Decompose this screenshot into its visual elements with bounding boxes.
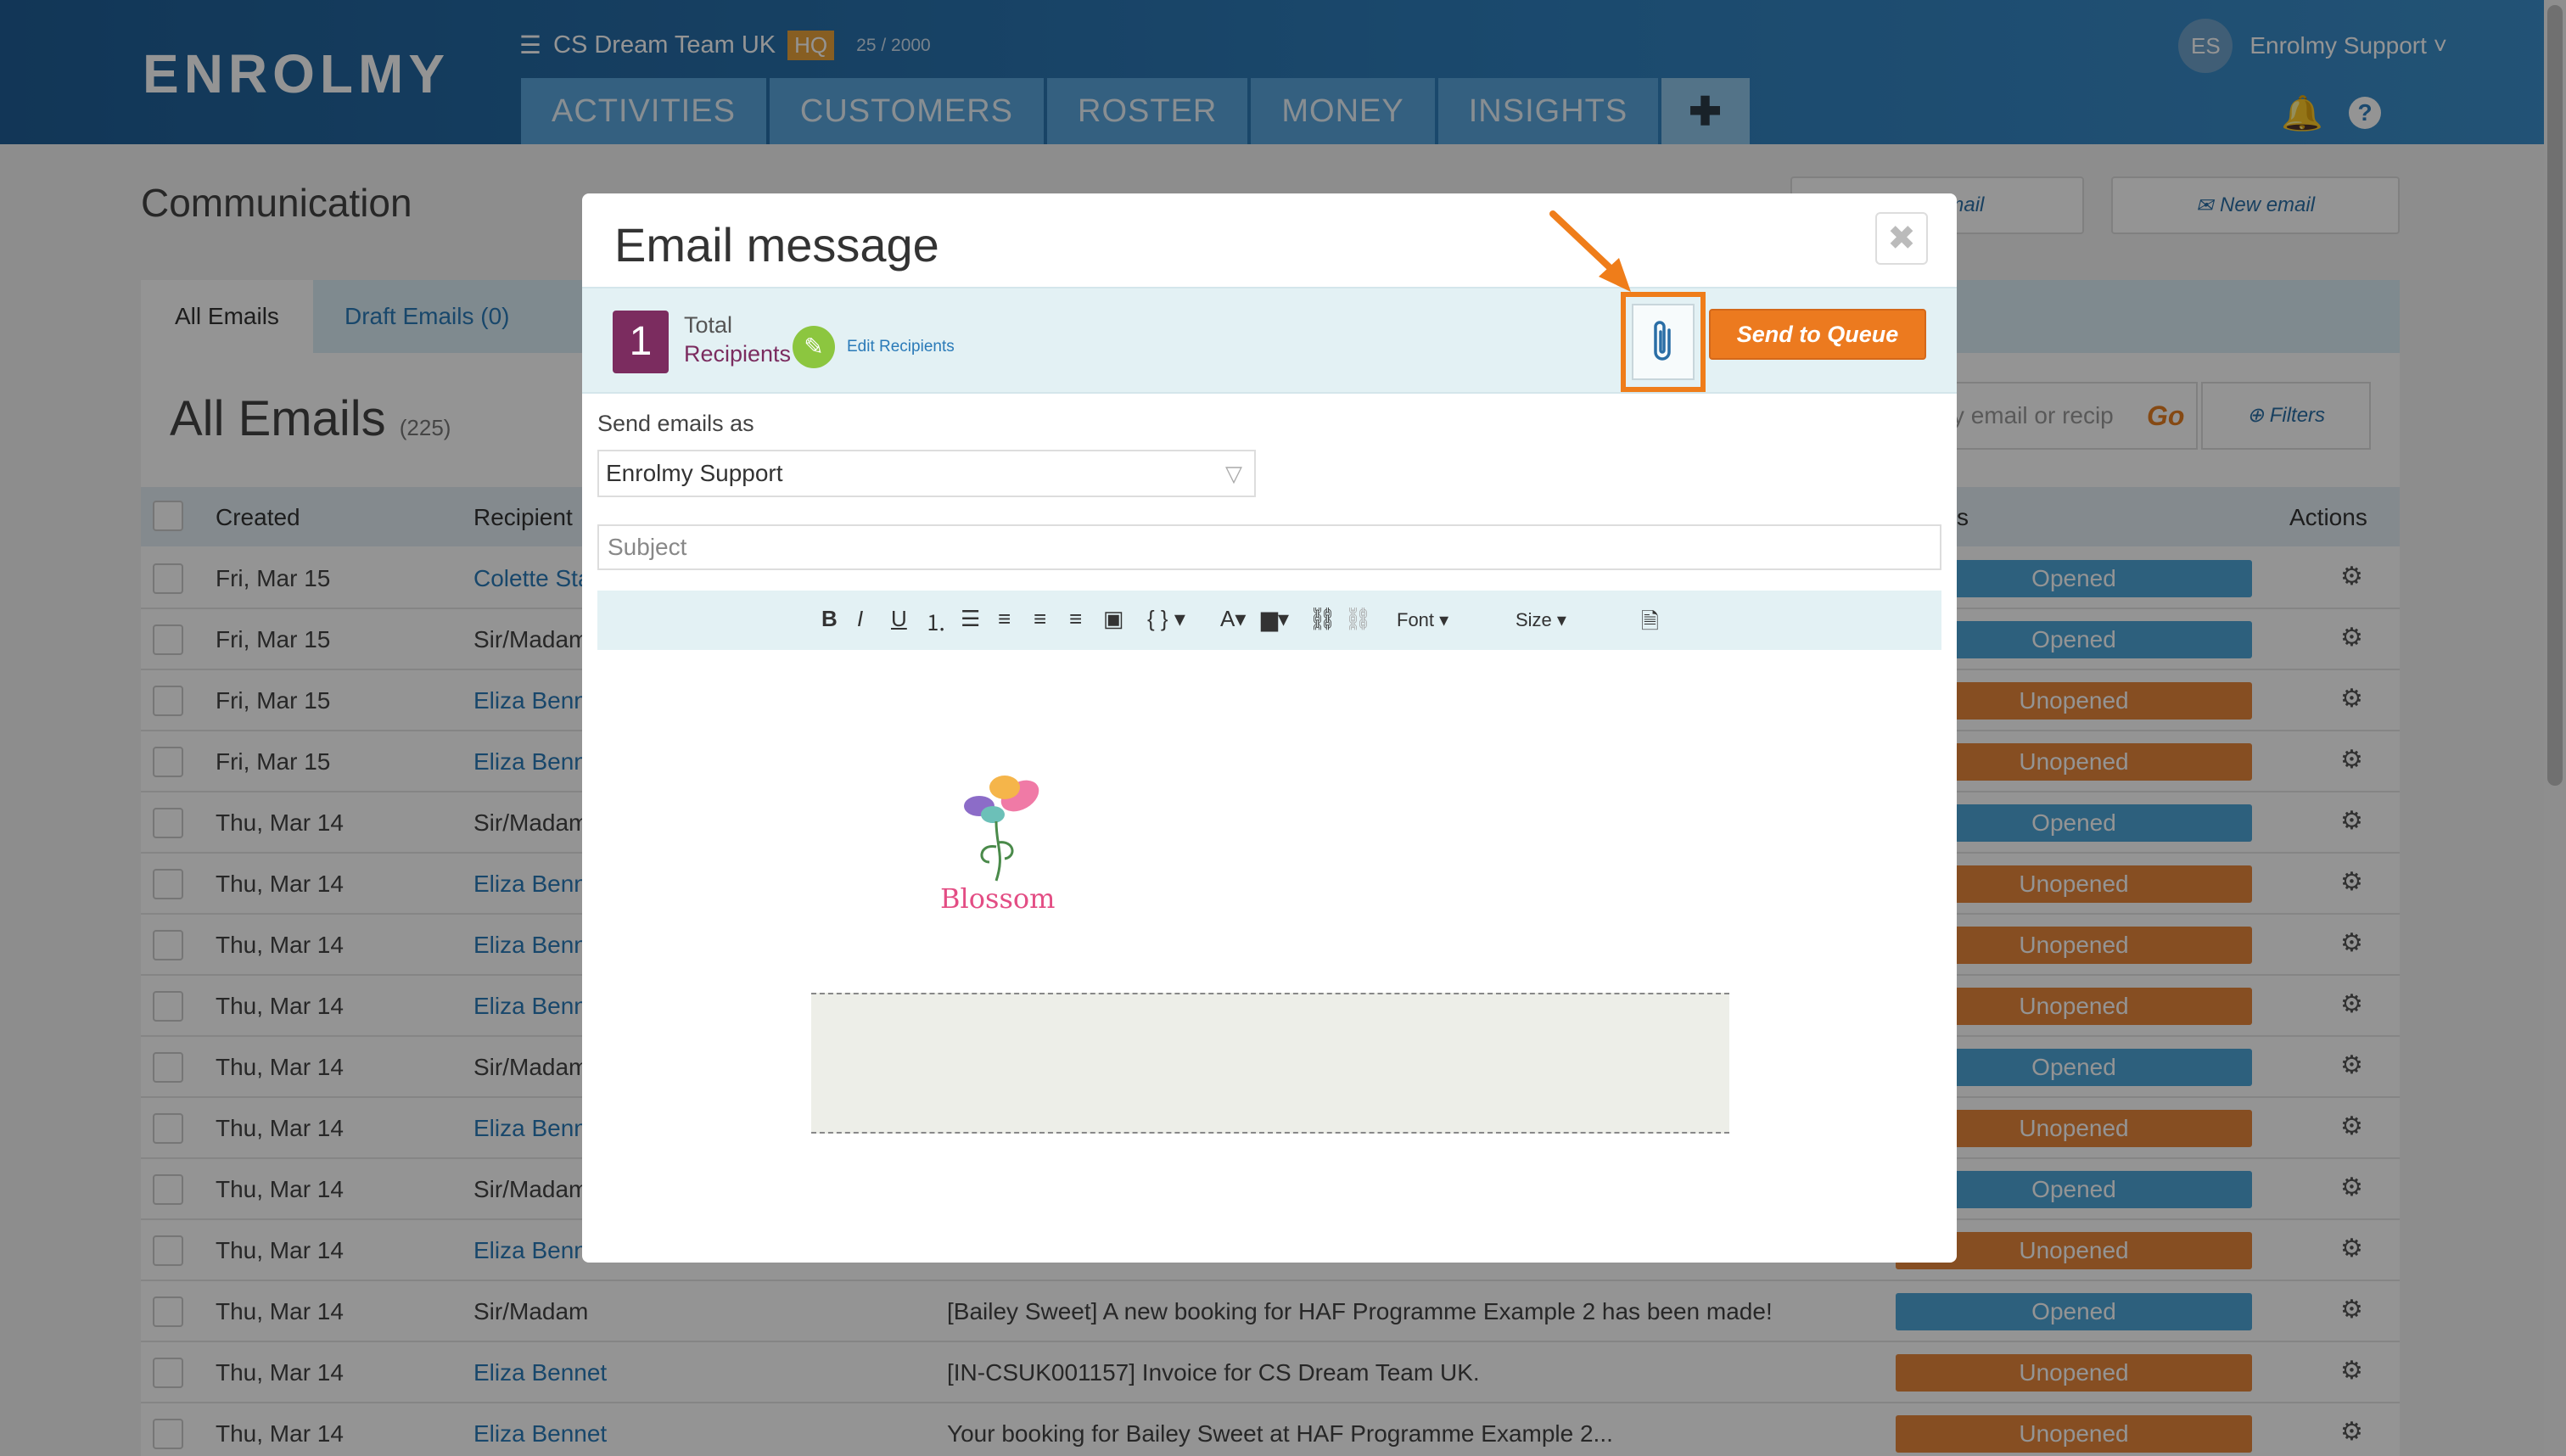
send-as-label: Send emails as: [597, 411, 754, 436]
font-color-icon[interactable]: A▾: [1220, 606, 1246, 632]
modal-title: Email message: [614, 218, 939, 272]
placeholder-icon[interactable]: { } ▾: [1147, 606, 1185, 632]
send-as-value: Enrolmy Support: [606, 460, 783, 486]
italic-icon[interactable]: I: [857, 606, 863, 632]
attach-file-button[interactable]: [1621, 292, 1706, 392]
close-button[interactable]: ✖: [1875, 212, 1928, 265]
bullet-list-icon[interactable]: ☰: [961, 606, 980, 632]
send-as-select[interactable]: Enrolmy Support ▽: [597, 450, 1256, 497]
logo-caption: Blossom: [940, 882, 1056, 915]
link-icon[interactable]: ⛓: [1308, 606, 1336, 632]
underline-icon[interactable]: U: [891, 606, 907, 632]
font-select[interactable]: Font ▾: [1397, 609, 1448, 631]
bold-icon[interactable]: B: [821, 606, 838, 632]
font-label: Font: [1397, 609, 1435, 630]
background-color-icon[interactable]: ▆▾: [1261, 606, 1289, 632]
source-icon[interactable]: 🗎: [1641, 606, 1659, 643]
content-dropzone[interactable]: [811, 993, 1729, 1134]
recipient-count: 1: [613, 311, 669, 373]
send-to-queue-button[interactable]: Send to Queue: [1709, 309, 1926, 360]
email-message-modal: Email message ✖ 1 Total Recipients ✎ Edi…: [582, 193, 1957, 1263]
email-body-editor[interactable]: Blossom: [597, 652, 1941, 1246]
total-label: Total: [684, 312, 733, 338]
size-label: Size: [1516, 609, 1552, 630]
recipients-bar: 1 Total Recipients ✎ Edit Recipients Sen…: [582, 287, 1957, 394]
align-center-icon[interactable]: ≡: [1034, 606, 1046, 632]
recipients-label: Total Recipients: [684, 311, 791, 368]
ordered-list-icon[interactable]: ⒈: [925, 606, 947, 637]
highlight-arrow-icon: [1549, 210, 1631, 292]
align-left-icon[interactable]: ≡: [998, 606, 1011, 632]
align-right-icon[interactable]: ≡: [1069, 606, 1082, 632]
unlink-icon[interactable]: ⛓: [1344, 606, 1372, 632]
image-icon[interactable]: ▣: [1103, 606, 1124, 632]
paperclip-icon: [1632, 304, 1695, 380]
editor-toolbar: B I U ⒈ ☰ ≡ ≡ ≡ ▣ { } ▾ A▾ ▆▾ ⛓ ⛓ Font ▾…: [597, 591, 1941, 650]
size-select[interactable]: Size ▾: [1516, 609, 1566, 631]
recipients-sublabel: Recipients: [684, 341, 792, 367]
subject-input[interactable]: Subject: [597, 524, 1941, 570]
edit-recipients-link[interactable]: Edit Recipients: [847, 338, 955, 356]
pencil-icon[interactable]: ✎: [793, 326, 835, 368]
chevron-down-icon: ▽: [1225, 461, 1242, 486]
blossom-logo-icon: [964, 776, 1039, 882]
